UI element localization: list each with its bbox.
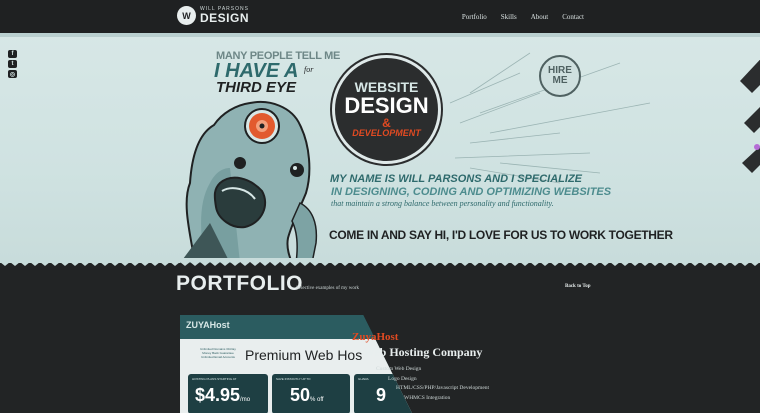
hire-me-line-2: ME [552, 75, 568, 86]
intro-line-2: IN DESIGNING, CODING AND OPTIMIZING WEBS… [331, 186, 612, 198]
service-item: Custom Web Design [376, 366, 422, 372]
badge-development: DEVELOPMENT [352, 128, 421, 139]
save-value: 50 [290, 385, 311, 405]
intro-line-1: MY NAME IS WILL PARSONS AND I SPECIALIZE [330, 173, 583, 185]
nav-link-contact[interactable]: Contact [562, 13, 584, 21]
nav-link-about[interactable]: About [531, 13, 549, 21]
hero-line-3: THIRD EYE [216, 79, 297, 96]
badge-design: DESIGN [344, 93, 429, 118]
price-value: $4.95 [195, 385, 241, 405]
page: W WILL PARSONS DESIGN Portfolio Skills A… [0, 0, 760, 413]
price-box-value: $4.95/mo [195, 385, 250, 406]
service-item: WHMCS Integration [404, 394, 451, 401]
thumb-headline: Premium Web Hos [245, 347, 363, 363]
hero-banner: f t ◎ MANY PEOPLE TELL ME I HAVE A for T… [0, 33, 760, 263]
save-box-value: 50% off [290, 385, 324, 406]
save-unit: % off [310, 397, 324, 403]
main-nav: Portfolio Skills About Contact [462, 0, 584, 33]
badge-website: WEBSITE [354, 79, 419, 95]
service-item: HTML/CSS/PHP/Javascript Development [396, 385, 490, 391]
guarantee-box-label: GUARA [358, 377, 369, 381]
price-box-label: HOSTING PLANS STARTING AT [192, 377, 237, 381]
hero-call-to-action: COME IN AND SAY HI, I'D LOVE FOR US TO W… [329, 228, 673, 242]
portfolio-subtitle: Selective examples of my work [296, 286, 360, 291]
hero-line-2-for: for [304, 65, 314, 74]
side-ribbon-decoration [740, 59, 760, 173]
nav-link-portfolio[interactable]: Portfolio [462, 13, 487, 21]
nav-link-skills[interactable]: Skills [501, 13, 517, 21]
project-name: ZuyaHost [352, 331, 399, 343]
portfolio-title: PORTFOLIO [176, 272, 303, 295]
logo-badge: W [177, 6, 196, 25]
site-logo[interactable]: W WILL PARSONS DESIGN [177, 6, 249, 25]
logo-text: WILL PARSONS DESIGN [200, 7, 250, 25]
project-tagline: Web Hosting Company [363, 345, 483, 359]
price-unit: /mo [240, 397, 251, 403]
intro-line-3: that maintain a strong balance between p… [331, 199, 554, 208]
logo-wordmark: DESIGN [200, 11, 250, 25]
thumb-price-box: HOSTING PLANS STARTING AT $4.95/mo [188, 374, 268, 413]
thumb-logo: ZUYAHost [186, 320, 230, 330]
top-navigation-bar: W WILL PARSONS DESIGN Portfolio Skills A… [0, 0, 760, 33]
back-to-top-link[interactable]: Back to Top [565, 284, 591, 289]
service-item: Logo Design [388, 375, 417, 382]
thumb-features: Unlimited Domains 30-Day Money Back Guar… [200, 347, 236, 359]
hire-me-button[interactable]: HIRE ME [539, 55, 581, 97]
save-box-label: SAVE INSTANTLY UP TO [276, 377, 311, 381]
project-services-list: Custom Web Design Logo Design HTML/CSS/P… [376, 366, 489, 404]
thumb-save-box: SAVE INSTANTLY UP TO 50% off [272, 374, 350, 413]
zigzag-divider [0, 258, 760, 266]
website-design-badge: WEBSITE DESIGN & DEVELOPMENT [332, 55, 441, 164]
